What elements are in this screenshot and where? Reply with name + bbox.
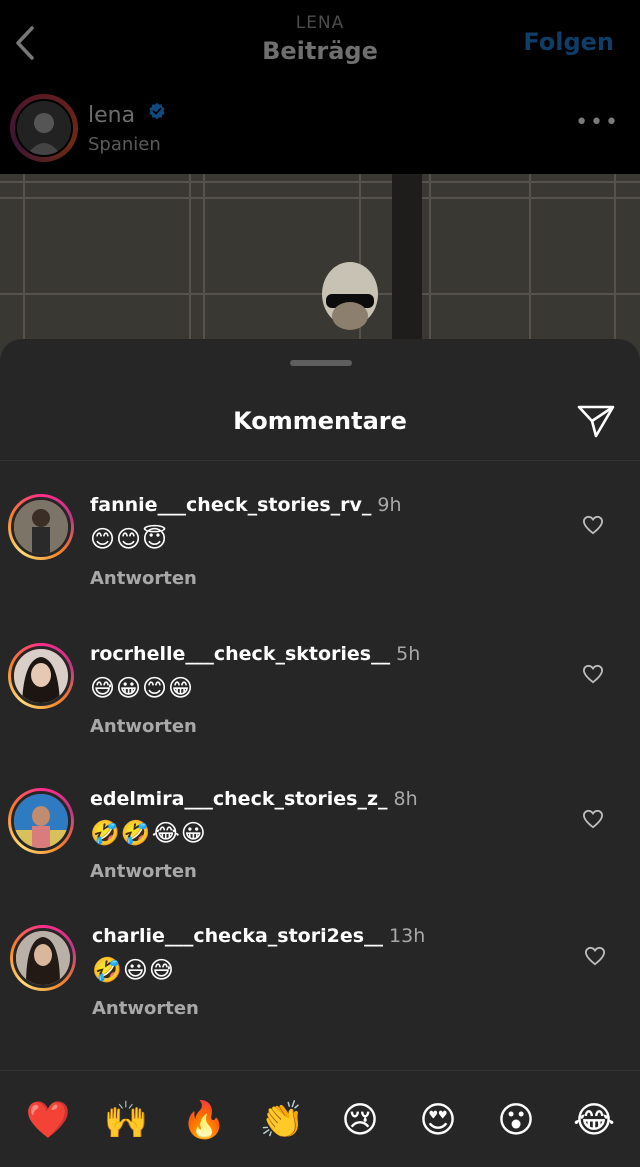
heart-outline-icon[interactable]	[582, 664, 604, 684]
avatar-photo	[14, 794, 68, 848]
paper-plane-icon[interactable]	[576, 403, 616, 439]
comment-avatar-ring[interactable]	[8, 788, 74, 854]
comment-avatar-ring[interactable]	[10, 925, 76, 991]
comment-time: 13h	[389, 925, 426, 947]
avatar-silhouette-icon	[17, 101, 71, 155]
reaction-crying-button[interactable]: 😢	[332, 1097, 388, 1145]
comment-text: 🤣🤣😂😀	[90, 819, 207, 847]
more-options-icon[interactable]: •••	[575, 110, 620, 135]
comment-item: charlie___checka_stori2es__ 13h 🤣😃😅 Antwo…	[0, 920, 640, 1050]
comment-avatar[interactable]	[11, 646, 71, 706]
reaction-raised-hands-button[interactable]: 🙌	[98, 1097, 154, 1145]
post-header: lena Spanien •••	[0, 82, 640, 174]
reaction-fire-button[interactable]: 🔥	[176, 1097, 232, 1145]
comment-username-text[interactable]: rocrhelle___check_sktories__	[90, 643, 390, 665]
comment-username-text[interactable]: fannie___check_stories_rv_	[90, 494, 371, 516]
reply-button[interactable]: Antworten	[90, 716, 197, 737]
comment-avatar-ring[interactable]	[8, 494, 74, 560]
divider	[0, 460, 640, 461]
sheet-drag-handle[interactable]	[290, 360, 352, 366]
heart-outline-icon[interactable]	[582, 515, 604, 535]
comment-avatar-ring[interactable]	[8, 643, 74, 709]
comment-avatar[interactable]	[13, 928, 73, 988]
comment-text: 😅😀😊😁	[90, 674, 195, 702]
heart-outline-icon[interactable]	[584, 946, 606, 966]
comment-text: 🤣😃😅	[92, 956, 175, 984]
avatar-photo	[14, 500, 68, 554]
comment-avatar[interactable]	[11, 791, 71, 851]
avatar-photo	[16, 931, 70, 985]
reply-button[interactable]: Antworten	[90, 568, 197, 589]
post-avatar[interactable]	[15, 99, 73, 157]
comment-username[interactable]: fannie___check_stories_rv_ 9h	[90, 494, 402, 516]
post-username-text[interactable]: lena	[88, 103, 135, 128]
reaction-heart-eyes-button[interactable]: 😍	[410, 1097, 466, 1145]
reaction-laughing-button[interactable]: 😂	[566, 1097, 622, 1145]
comment-username[interactable]: charlie___checka_stori2es__ 13h	[92, 925, 425, 947]
comment-time: 8h	[393, 788, 418, 810]
post-location[interactable]: Spanien	[88, 134, 161, 155]
comment-item: rocrhelle___check_sktories__ 5h 😅😀😊😁 Antw…	[0, 638, 640, 768]
comment-username-text[interactable]: edelmira___check_stories_z_	[90, 788, 388, 810]
comment-username[interactable]: rocrhelle___check_sktories__ 5h	[90, 643, 420, 665]
comment-item: fannie___check_stories_rv_ 9h 😊😊😇 Antwort…	[0, 489, 640, 619]
comment-item: edelmira___check_stories_z_ 8h 🤣🤣😂😀 Antwo…	[0, 783, 640, 913]
reply-button[interactable]: Antworten	[90, 861, 197, 882]
reply-button[interactable]: Antworten	[92, 998, 199, 1019]
avatar-photo	[14, 649, 68, 703]
reaction-surprised-button[interactable]: 😮	[488, 1097, 544, 1145]
comment-username[interactable]: edelmira___check_stories_z_ 8h	[90, 788, 418, 810]
post-avatar-ring[interactable]	[10, 94, 78, 162]
comment-username-text[interactable]: charlie___checka_stori2es__	[92, 925, 383, 947]
quick-reaction-bar: ❤️ 🙌 🔥 👏 😢 😍 😮 😂	[0, 1070, 640, 1167]
heart-outline-icon[interactable]	[582, 809, 604, 829]
follow-button[interactable]: Folgen	[523, 28, 614, 56]
reaction-heart-button[interactable]: ❤️	[20, 1097, 76, 1145]
top-nav: LENA Beiträge Folgen	[0, 0, 640, 83]
sheet-title: Kommentare	[233, 407, 407, 435]
reaction-clap-button[interactable]: 👏	[254, 1097, 310, 1145]
comment-time: 5h	[396, 643, 421, 665]
verified-badge-icon	[149, 102, 165, 120]
comment-avatar[interactable]	[11, 497, 71, 557]
comments-sheet: Kommentare fannie___check_stories_rv_ 9h …	[0, 339, 640, 1166]
comment-text: 😊😊😇	[90, 525, 169, 553]
post-username[interactable]: lena	[88, 102, 166, 128]
comment-time: 9h	[377, 494, 402, 516]
